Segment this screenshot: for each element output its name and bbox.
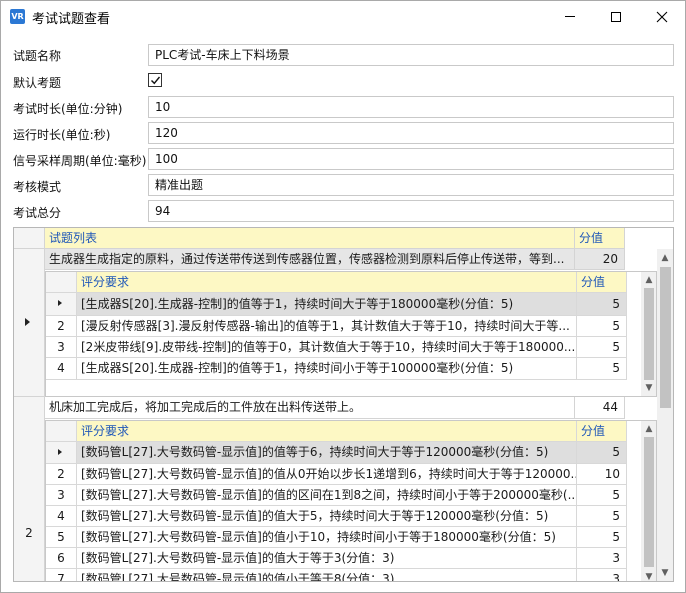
app-logo-icon: VR [10,9,25,24]
default-exam-label: 默认考题 [13,76,62,90]
requirement-score: 10 [577,464,627,485]
scroll-down-icon[interactable]: ▼ [642,571,656,581]
requirement-score: 5 [577,337,627,358]
requirement-score: 5 [577,527,627,548]
detail-row-index[interactable]: 4 [46,358,77,380]
detail-header-score[interactable]: 分值 [577,421,627,442]
requirement-row[interactable]: [数码管L[27].大号数码管-显示值]的值小于等于8(分值：3) [77,569,577,581]
close-icon [656,11,668,22]
detail-corner [46,272,77,293]
question-row-2[interactable]: 机床加工完成后，将加工完成后的工件放在出料传送带上。 [45,397,575,419]
maximize-icon [611,11,621,22]
assess-mode-field[interactable]: 精准出题 [148,174,674,196]
requirement-score: 5 [577,293,627,316]
row-header-2[interactable]: 2 [14,397,45,581]
question-score-2: 44 [575,397,625,419]
window-title: 考试试题查看 [32,12,111,27]
grid-corner [14,228,45,249]
requirement-row[interactable]: [生成器S[20].生成器-控制]的值等于1，持续时间小于等于100000毫秒(… [77,358,577,380]
detail-scrollbar-1[interactable]: ▲ ▼ [641,272,656,396]
default-exam-checkbox[interactable] [148,73,162,87]
detail-row-index[interactable]: 2 [46,464,77,485]
requirement-row[interactable]: [数码管L[27].大号数码管-显示值]的值大于等于3(分值：3) [77,548,577,569]
scroll-up-icon[interactable]: ▲ [642,423,656,435]
requirement-row[interactable]: [生成器S[20].生成器-控制]的值等于1，持续时间大于等于180000毫秒(… [77,293,577,316]
scroll-up-icon[interactable]: ▲ [642,274,656,286]
exam-view-window: VR 考试试题查看 试题名称 PLC考试-车床上下料场景 默认考题 考试时长(单… [0,0,686,593]
detail-row-index[interactable]: 6 [46,548,77,569]
detail-row-marker[interactable] [46,442,77,464]
requirement-row[interactable]: [数码管L[27].大号数码管-显示值]的值的区间在1到8之间，持续时间小于等于… [77,485,577,506]
detail-row-index[interactable]: 7 [46,569,77,581]
scroll-thumb[interactable] [644,437,654,567]
minimize-button[interactable] [547,1,593,32]
requirement-row[interactable]: [2米皮带线[9].皮带线-控制]的值等于0，其计数值大于等于10，持续时间大于… [77,337,577,358]
sample-period-label: 信号采样周期(单位:毫秒) [13,154,147,168]
question-row-1[interactable]: 生成器生成指定的原料，通过传送带传送到传感器位置，传感器检测到原料后停止传送带，… [45,249,575,270]
run-duration-label: 运行时长(单位:秒) [13,128,111,142]
question-grid: 试题列表 分值 生成器生成指定的原料，通过传送带传送到传感器位置，传感器检测到原… [13,227,674,582]
checkmark-icon [151,76,161,85]
detail-header-requirement[interactable]: 评分要求 [77,421,577,442]
detail-row-index[interactable]: 3 [46,337,77,358]
requirement-score: 5 [577,506,627,527]
scroll-thumb[interactable] [660,267,671,408]
requirement-row[interactable]: [数码管L[27].大号数码管-显示值]的值等于6，持续时间大于等于120000… [77,442,577,464]
requirement-score: 5 [577,442,627,464]
detail-row-index[interactable]: 3 [46,485,77,506]
total-score-label: 考试总分 [13,206,62,220]
requirement-score: 5 [577,358,627,380]
grid-scrollbar[interactable]: ▲ ▼ [657,249,673,581]
current-row-icon [25,318,30,326]
requirement-score: 5 [577,316,627,337]
assess-mode-label: 考核模式 [13,180,62,194]
detail-scrollbar-2[interactable]: ▲ ▼ [641,421,656,581]
row-number: 2 [25,526,33,540]
requirement-score: 3 [577,548,627,569]
minimize-icon [565,16,575,17]
requirement-row[interactable]: [数码管L[27].大号数码管-显示值]的值小于10，持续时间小于等于18000… [77,527,577,548]
detail-corner [46,421,77,442]
detail-panel-2: 评分要求 分值 [数码管L[27].大号数码管-显示值]的值等于6，持续时间大于… [45,420,657,581]
detail-panel-1: 评分要求 分值 [生成器S[20].生成器-控制]的值等于1，持续时间大于等于1… [45,271,657,397]
exam-name-field[interactable]: PLC考试-车床上下料场景 [148,44,674,66]
requirement-score: 5 [577,485,627,506]
detail-row-index[interactable]: 4 [46,506,77,527]
scroll-down-icon[interactable]: ▼ [642,382,656,394]
detail-row-index[interactable]: 5 [46,527,77,548]
exam-duration-field[interactable]: 10 [148,96,674,118]
detail-header-score[interactable]: 分值 [577,272,627,293]
requirement-row[interactable]: [数码管L[27].大号数码管-显示值]的值从0开始以步长1递增到6，持续时间大… [77,464,577,485]
detail-row-marker[interactable] [46,293,77,316]
run-duration-field[interactable]: 120 [148,122,674,144]
exam-name-label: 试题名称 [13,49,62,63]
title-bar: VR 考试试题查看 [1,1,685,32]
close-button[interactable] [639,1,685,32]
requirement-score: 3 [577,569,627,581]
requirement-row[interactable]: [漫反射传感器[3].漫反射传感器-输出]的值等于1，其计数值大于等于10，持续… [77,316,577,337]
column-header-question[interactable]: 试题列表 [45,228,575,249]
current-row-icon [58,449,62,455]
detail-header-requirement[interactable]: 评分要求 [77,272,577,293]
maximize-button[interactable] [593,1,639,32]
column-header-score[interactable]: 分值 [575,228,625,249]
question-score-1: 20 [575,249,625,270]
exam-duration-label: 考试时长(单位:分钟) [13,102,123,116]
scroll-down-icon[interactable]: ▼ [658,567,672,579]
requirement-row[interactable]: [数码管L[27].大号数码管-显示值]的值大于5，持续时间大于等于120000… [77,506,577,527]
detail-row-index[interactable]: 2 [46,316,77,337]
scroll-up-icon[interactable]: ▲ [658,252,672,264]
total-score-field[interactable]: 94 [148,200,674,222]
sample-period-field[interactable]: 100 [148,148,674,170]
scroll-thumb[interactable] [644,288,654,380]
row-header-1[interactable] [14,249,45,397]
current-row-icon [58,300,62,306]
